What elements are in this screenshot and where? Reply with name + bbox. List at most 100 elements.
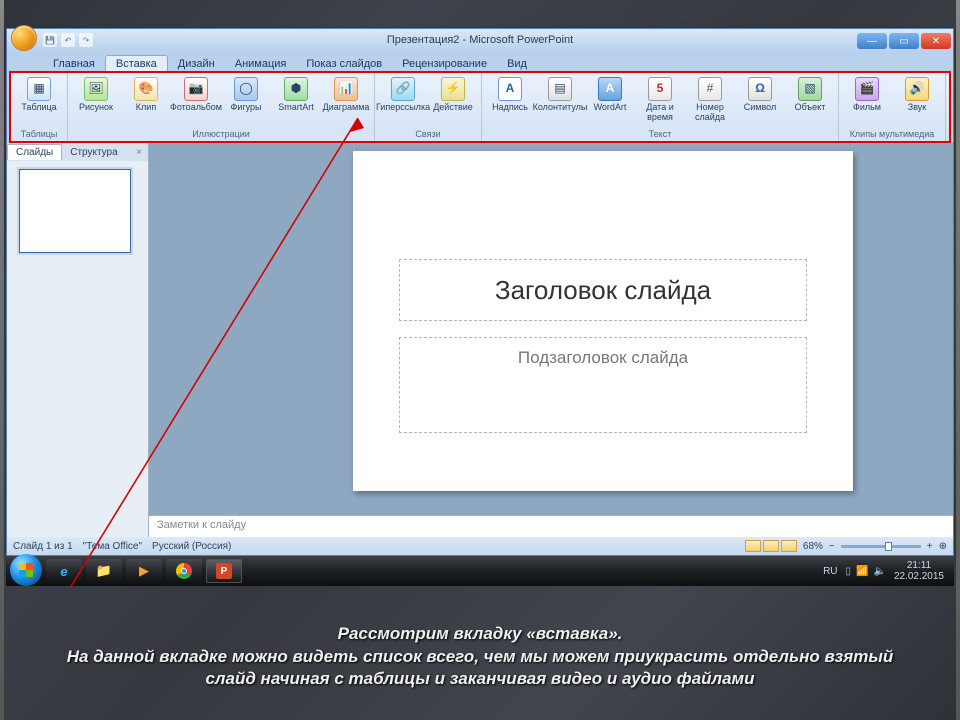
label: SmartArt (278, 103, 314, 113)
insert-datetime-button[interactable]: 5Дата и время (636, 75, 684, 125)
qat-save-icon[interactable]: 💾 (43, 33, 57, 47)
slidepanel-tabs: Слайды Структура × (7, 143, 148, 161)
tray-network-icon[interactable]: 📶 (856, 566, 868, 577)
tray-date: 22.02.2015 (894, 571, 944, 582)
tab-slideshow[interactable]: Показ слайдов (296, 56, 392, 71)
group-label: Связи (375, 128, 481, 141)
notes-pane[interactable]: Заметки к слайду (149, 515, 953, 537)
label: WordArt (594, 103, 627, 113)
system-tray: RU ▯ 📶 🔈 21:11 22.02.2015 (823, 560, 950, 582)
slide-editor[interactable]: Заголовок слайда Подзаголовок слайда Зам… (149, 143, 953, 537)
insert-hyperlink-button[interactable]: 🔗Гиперссылка (379, 75, 427, 115)
view-sorter-button[interactable] (763, 540, 779, 552)
movie-icon: 🎬 (855, 77, 879, 101)
wordart-icon: A (598, 77, 622, 101)
zoom-out-icon[interactable]: − (829, 541, 835, 552)
insert-object-button[interactable]: ▧Объект (786, 75, 834, 115)
insert-slidenumber-button[interactable]: #Номер слайда (686, 75, 734, 125)
taskbar-mediaplayer-icon[interactable]: ▶ (126, 559, 162, 583)
label: Объект (795, 103, 826, 113)
ribbon-highlight: ▦ Таблица Таблицы 🖼Рисунок 🎨 Клип 📷Фотоал… (9, 71, 951, 143)
group-media: 🎬Фильм 🔊Звук Клипы мультимедиа (839, 73, 946, 141)
datetime-icon: 5 (648, 77, 672, 101)
label: Таблица (21, 103, 56, 113)
close-button[interactable]: ✕ (921, 33, 951, 49)
label: Символ (744, 103, 776, 113)
label: Клип (136, 103, 156, 113)
subtitle-placeholder[interactable]: Подзаголовок слайда (399, 337, 807, 433)
zoom-slider[interactable] (841, 545, 921, 548)
qat-redo-icon[interactable]: ↷ (79, 33, 93, 47)
insert-table-button[interactable]: ▦ Таблица (15, 75, 63, 115)
label: Действие (433, 103, 473, 113)
slidepanel-tab-outline[interactable]: Структура (62, 145, 125, 160)
start-button[interactable] (10, 554, 42, 586)
insert-photoalbum-button[interactable]: 📷Фотоальбом (172, 75, 220, 115)
fit-window-icon[interactable]: ⊕ (939, 541, 947, 552)
insert-picture-button[interactable]: 🖼Рисунок (72, 75, 120, 115)
slidepanel-close-icon[interactable]: × (130, 147, 148, 158)
insert-shapes-button[interactable]: ◯Фигуры (222, 75, 270, 115)
insert-chart-button[interactable]: 📊 Диаграмма (322, 75, 370, 115)
group-text: AНадпись ▤Колонтитулы AWordArt 5Дата и в… (482, 73, 839, 141)
tab-insert[interactable]: Вставка (105, 55, 168, 71)
tab-animation[interactable]: Анимация (225, 56, 297, 71)
insert-sound-button[interactable]: 🔊Звук (893, 75, 941, 115)
window-controls: — ▭ ✕ (857, 31, 953, 49)
caption-line-1: Рассмотрим вкладку «вставка». (338, 623, 623, 646)
view-slideshow-button[interactable] (781, 540, 797, 552)
symbol-icon: Ω (748, 77, 772, 101)
caption-line-2: На данной вкладке можно видеть список вс… (40, 646, 920, 692)
taskbar-chrome-icon[interactable] (166, 559, 202, 583)
office-button[interactable] (11, 25, 37, 51)
headerfooter-icon: ▤ (548, 77, 572, 101)
chart-icon: 📊 (334, 77, 358, 101)
window-title: Презентация2 - Microsoft PowerPoint (7, 34, 953, 46)
taskbar-powerpoint-icon[interactable]: P (206, 559, 242, 583)
qat-undo-icon[interactable]: ↶ (61, 33, 75, 47)
windows-taskbar: e 📁 ▶ P RU ▯ 📶 🔈 21:11 22.02.2015 (6, 556, 954, 586)
powerpoint-window: 💾 ↶ ↷ Презентация2 - Microsoft PowerPoin… (6, 28, 954, 556)
insert-movie-button[interactable]: 🎬 Фильм (843, 75, 891, 115)
taskbar-ie-icon[interactable]: e (46, 559, 82, 583)
slide-canvas[interactable]: Заголовок слайда Подзаголовок слайда (353, 151, 853, 491)
insert-smartart-button[interactable]: ⬢ SmartArt (272, 75, 320, 115)
status-language[interactable]: Русский (Россия) (152, 541, 231, 552)
label: Колонтитулы (533, 103, 588, 113)
tab-design[interactable]: Дизайн (168, 56, 225, 71)
title-placeholder[interactable]: Заголовок слайда (399, 259, 807, 321)
label: Фильм (853, 103, 881, 113)
tray-language[interactable]: RU (823, 566, 837, 577)
picture-icon: 🖼 (84, 77, 108, 101)
tray-clock[interactable]: 21:11 22.02.2015 (894, 560, 944, 582)
smartart-icon: ⬢ (284, 77, 308, 101)
label: Звук (908, 103, 926, 113)
tab-home[interactable]: Главная (43, 56, 105, 71)
tray-time: 21:11 (894, 560, 944, 571)
clipart-icon: 🎨 (134, 77, 158, 101)
tray-flag-icon[interactable]: ▯ (846, 566, 852, 577)
minimize-button[interactable]: — (857, 33, 887, 49)
insert-symbol-button[interactable]: Ω Символ (736, 75, 784, 115)
slide-panel: Слайды Структура × (7, 143, 149, 537)
ribbon-tabs: Главная Вставка Дизайн Анимация Показ сл… (7, 51, 953, 71)
insert-headerfooter-button[interactable]: ▤Колонтитулы (536, 75, 584, 115)
view-normal-button[interactable] (745, 540, 761, 552)
insert-wordart-button[interactable]: A WordArt (586, 75, 634, 115)
group-label: Таблицы (11, 128, 67, 141)
slidepanel-tab-slides[interactable]: Слайды (7, 144, 62, 160)
insert-action-button[interactable]: ⚡Действие (429, 75, 477, 115)
slide-thumbnail-1[interactable] (19, 169, 131, 253)
label: Фигуры (230, 103, 261, 113)
ribbon-insert: ▦ Таблица Таблицы 🖼Рисунок 🎨 Клип 📷Фотоал… (11, 73, 949, 141)
tab-view[interactable]: Вид (497, 56, 537, 71)
tab-review[interactable]: Рецензирование (392, 56, 497, 71)
insert-textbox-button[interactable]: AНадпись (486, 75, 534, 115)
quick-access-toolbar: 💾 ↶ ↷ (43, 33, 93, 47)
zoom-in-icon[interactable]: + (927, 541, 933, 552)
tray-volume-icon[interactable]: 🔈 (873, 566, 885, 577)
taskbar-explorer-icon[interactable]: 📁 (86, 559, 122, 583)
maximize-button[interactable]: ▭ (889, 33, 919, 49)
insert-clipart-button[interactable]: 🎨 Клип (122, 75, 170, 115)
label: Диаграмма (323, 103, 370, 113)
